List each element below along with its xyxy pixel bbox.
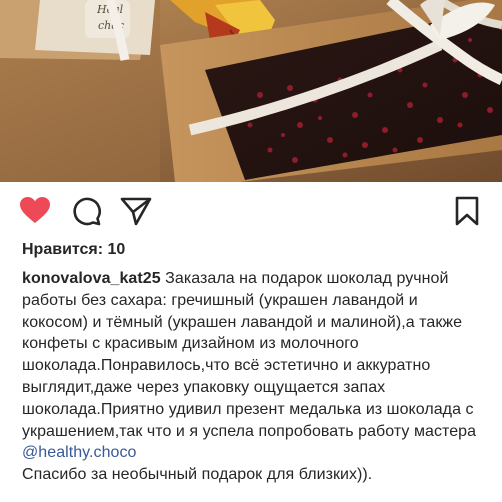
post-photo[interactable]: Heal choc xyxy=(0,0,502,182)
comment-icon[interactable] xyxy=(71,196,101,231)
author-username[interactable]: konovalova_kat25 xyxy=(22,270,161,287)
caption-closing-text: Спасибо за необычный подарок для близких… xyxy=(22,466,373,484)
post-caption: konovalova_kat25 Заказала на подарок шок… xyxy=(22,268,482,486)
chocolate-gift-photo: Heal choc xyxy=(0,0,502,182)
bookmark-icon[interactable] xyxy=(455,196,479,231)
caption-text: Заказала на подарок шоколад ручной работ… xyxy=(22,270,477,440)
heart-icon[interactable] xyxy=(19,196,51,229)
post-actions-bar xyxy=(0,182,502,238)
mention-link[interactable]: @healthy.choco xyxy=(22,444,137,461)
likes-count[interactable]: Нравится: 10 xyxy=(22,241,125,259)
send-icon[interactable] xyxy=(120,196,152,231)
